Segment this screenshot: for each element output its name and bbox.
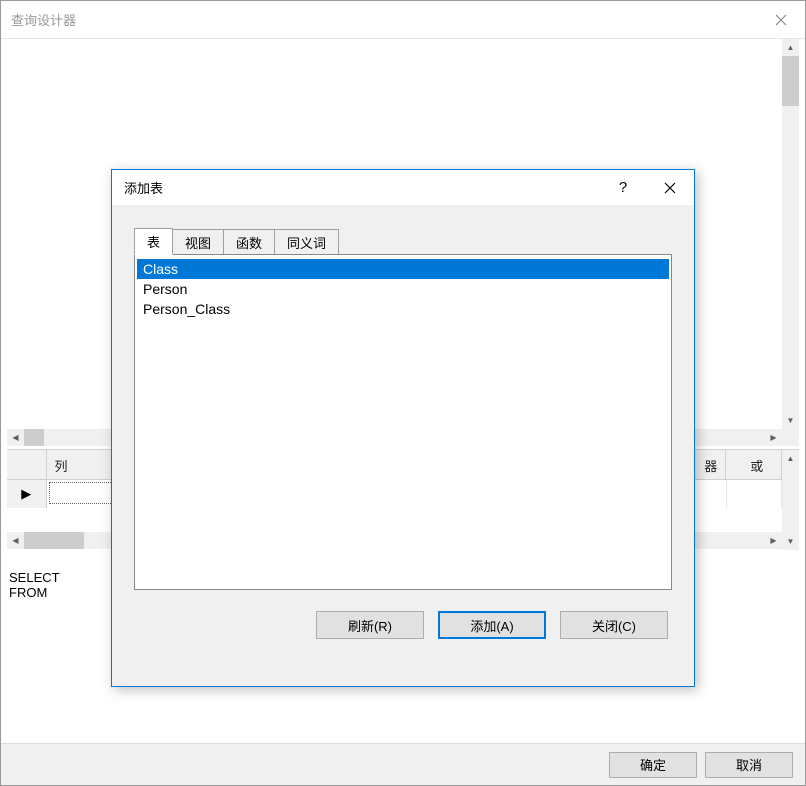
- scroll-thumb[interactable]: [782, 56, 799, 106]
- outer-titlebar: 查询设计器: [1, 1, 805, 39]
- scroll-left-arrow-icon[interactable]: ◀: [7, 429, 24, 446]
- grid-cell[interactable]: [727, 480, 782, 508]
- tab-synonyms[interactable]: 同义词: [274, 229, 339, 254]
- scroll-up-arrow-icon[interactable]: ▲: [782, 450, 799, 467]
- add-table-dialog: 添加表 ? 表 视图 函数 同义词 Class Person Person_Cl…: [111, 169, 695, 687]
- dialog-body: 表 视图 函数 同义词 Class Person Person_Class 刷新…: [112, 206, 694, 686]
- outer-footer: 确定 取消: [1, 743, 805, 785]
- tab-functions[interactable]: 函数: [223, 229, 275, 254]
- outer-body: ▲ ▼ ◀ ▶ 列 器 或: [1, 39, 805, 743]
- scroll-thumb[interactable]: [24, 429, 44, 446]
- refresh-button[interactable]: 刷新(R): [316, 611, 424, 639]
- grid-vertical-scrollbar[interactable]: ▲ ▼: [782, 450, 799, 550]
- scroll-down-arrow-icon[interactable]: ▼: [782, 533, 799, 550]
- grid-column-header[interactable]: 或: [726, 450, 782, 479]
- scroll-up-arrow-icon[interactable]: ▲: [782, 39, 799, 56]
- scroll-right-arrow-icon[interactable]: ▶: [765, 429, 782, 446]
- upper-vertical-scrollbar[interactable]: ▲ ▼: [782, 39, 799, 429]
- tab-views[interactable]: 视图: [172, 229, 224, 254]
- tables-list[interactable]: Class Person Person_Class: [134, 254, 672, 590]
- tab-tables[interactable]: 表: [134, 228, 173, 255]
- scroll-right-arrow-icon[interactable]: ▶: [765, 532, 782, 549]
- scroll-corner: [782, 429, 799, 446]
- scroll-track[interactable]: [782, 56, 799, 412]
- scroll-track[interactable]: [782, 467, 799, 533]
- list-item[interactable]: Person: [137, 279, 669, 299]
- scroll-left-arrow-icon[interactable]: ◀: [7, 532, 24, 549]
- close-icon: [775, 14, 787, 26]
- dialog-close-button[interactable]: [646, 170, 694, 206]
- tab-row: 表 视图 函数 同义词: [134, 228, 672, 254]
- grid-rowheader-corner: [7, 450, 47, 479]
- list-item[interactable]: Person_Class: [137, 299, 669, 319]
- cancel-button[interactable]: 取消: [705, 752, 793, 778]
- dialog-help-button[interactable]: ?: [600, 170, 646, 206]
- dialog-titlebar[interactable]: 添加表 ?: [112, 170, 694, 206]
- query-designer-window: 查询设计器 ▲ ▼ ◀ ▶ 列: [0, 0, 806, 786]
- dialog-footer: 刷新(R) 添加(A) 关闭(C): [134, 590, 672, 660]
- ok-button[interactable]: 确定: [609, 752, 697, 778]
- outer-window-title: 查询设计器: [1, 10, 757, 29]
- list-item[interactable]: Class: [137, 259, 669, 279]
- close-button[interactable]: 关闭(C): [560, 611, 668, 639]
- scroll-down-arrow-icon[interactable]: ▼: [782, 412, 799, 429]
- close-icon: [664, 182, 676, 194]
- add-button[interactable]: 添加(A): [438, 611, 546, 639]
- scroll-thumb[interactable]: [24, 532, 84, 549]
- outer-close-button[interactable]: [757, 1, 805, 39]
- dialog-title: 添加表: [112, 178, 600, 197]
- row-indicator-icon: ▶: [7, 480, 47, 508]
